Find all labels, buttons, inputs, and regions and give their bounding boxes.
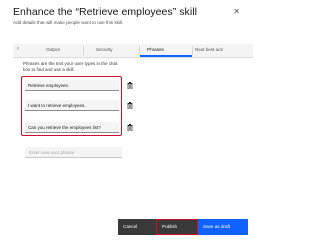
tab-divider <box>139 46 140 55</box>
phrase-input-2[interactable]: I want to retrieve employees. <box>25 100 119 111</box>
publish-button[interactable]: Publish <box>156 219 198 235</box>
tab-output[interactable]: Output <box>46 47 60 52</box>
tab-bar: ‹ Output Security Phrases Next best acti <box>13 44 253 58</box>
tab-divider <box>83 46 84 55</box>
trash-icon[interactable] <box>127 102 133 109</box>
enhance-skill-dialog: Enhance the “Retrieve employees” skill A… <box>0 0 253 244</box>
save-as-draft-button[interactable]: Save as draft <box>198 219 248 235</box>
trash-icon[interactable] <box>127 82 133 89</box>
tab-phrases[interactable]: Phrases <box>147 47 164 52</box>
tab-security[interactable]: Security <box>96 47 113 52</box>
chevron-left-icon[interactable]: ‹ <box>17 46 19 52</box>
phrases-instructions: Phrases are the text your user types in … <box>23 61 118 72</box>
phrase-input-3[interactable]: Can you retrieve the employees list? <box>25 122 119 133</box>
trash-icon[interactable] <box>127 124 133 131</box>
tab-next-best-action[interactable]: Next best acti <box>195 47 223 52</box>
dialog-subtitle: Add details that will make people want t… <box>13 20 124 25</box>
active-tab-indicator <box>140 55 192 57</box>
dialog-footer: Cancel Publish Save as draft <box>118 219 248 235</box>
tab-divider <box>192 46 193 55</box>
cancel-button[interactable]: Cancel <box>118 219 156 235</box>
phrase-input-1[interactable]: Retrieve employees. <box>25 80 119 91</box>
close-icon[interactable]: ✕ <box>233 8 240 16</box>
dialog-title: Enhance the “Retrieve employees” skill <box>13 6 197 18</box>
new-phrase-input[interactable]: Enter new user phrase <box>25 147 122 158</box>
